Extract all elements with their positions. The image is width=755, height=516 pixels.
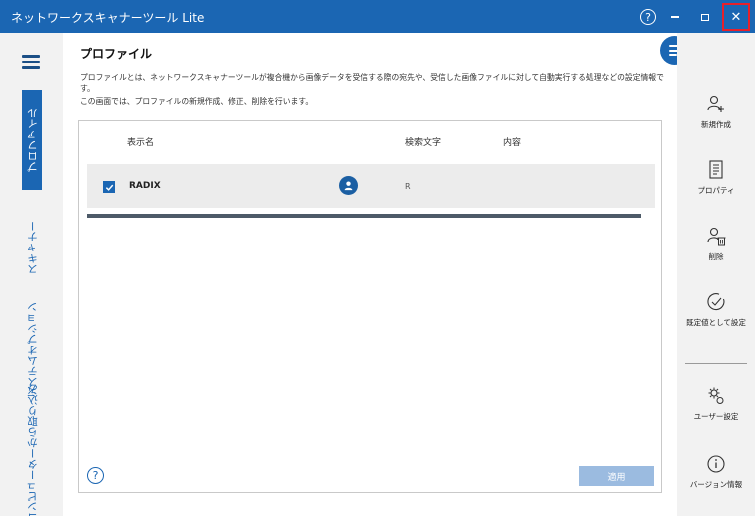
help-icon: ? [640, 9, 656, 25]
hamburger-icon[interactable] [22, 55, 40, 69]
tab-import-from-computer[interactable]: コンピューターから取り込み [22, 384, 42, 516]
version-info-button[interactable]: バージョン情報 [677, 453, 755, 503]
delete-label: 削除 [708, 252, 724, 261]
properties-label: プロパティ [697, 186, 735, 195]
maximize-icon [701, 13, 709, 21]
row-name: RADIX [129, 181, 161, 191]
tab-import-label: コンピューターから取り込み [26, 384, 39, 516]
page-description: プロファイルとは、ネットワークスキャナーツールが複合機から画像データを受信する際… [80, 73, 664, 93]
window-title: ネットワークスキャナーツール Lite [11, 11, 205, 25]
tab-scanner-label: スキャナー [26, 221, 39, 275]
close-icon: ✕ [730, 9, 742, 25]
maximize-button[interactable] [692, 4, 718, 30]
checkmark-icon [105, 184, 113, 191]
tab-scanner[interactable]: スキャナー [22, 218, 42, 278]
help-button[interactable]: ? [635, 4, 661, 30]
info-icon [707, 455, 725, 473]
title-bar: ネットワークスキャナーツール Lite ? ✕ [0, 0, 755, 33]
help-icon[interactable]: ? [87, 467, 104, 484]
tab-profile[interactable]: プロファイル [22, 90, 42, 190]
horizontal-scrollbar[interactable] [87, 214, 641, 218]
row-search-char: R [405, 182, 411, 191]
column-header-content[interactable]: 内容 [503, 135, 521, 148]
user-icon [339, 176, 358, 195]
minimize-button[interactable] [662, 4, 688, 30]
gear-settings-icon [708, 387, 724, 404]
delete-user-icon [707, 227, 726, 246]
left-nav: プロファイル スキャナー システムオプション コンピューターから取り込み [0, 33, 63, 516]
column-header-name[interactable]: 表示名 [127, 135, 154, 148]
profile-table: 表示名 検索文字 内容 RADIX R [78, 120, 662, 493]
delete-button[interactable]: 削除 [677, 225, 755, 275]
version-info-label: バージョン情報 [689, 480, 743, 489]
new-profile-label: 新規作成 [701, 120, 731, 129]
column-header-search[interactable]: 検索文字 [405, 135, 441, 148]
properties-document-icon [709, 160, 723, 179]
properties-button[interactable]: プロパティ [677, 159, 755, 209]
main-panel: プロファイル プロファイルとは、ネットワークスキャナーツールが複合機から画像デー… [63, 33, 677, 516]
add-user-icon [707, 95, 724, 112]
close-button[interactable]: ✕ [722, 3, 750, 31]
action-panel: 新規作成 プロパティ 削除 既定値として設定 ユーザー設定 バージョン情報 [677, 33, 755, 516]
page-description-2: この画面では、プロファイルの新規作成、修正、削除を行います。 [80, 97, 314, 106]
divider [685, 363, 747, 364]
minimize-icon [671, 16, 679, 18]
set-default-button[interactable]: 既定値として設定 [677, 291, 755, 341]
user-settings-label: ユーザー設定 [693, 412, 739, 421]
table-row[interactable]: RADIX R [87, 164, 655, 208]
check-circle-icon [707, 293, 725, 311]
page-title: プロファイル [80, 47, 153, 61]
new-profile-button[interactable]: 新規作成 [677, 93, 755, 143]
apply-button[interactable]: 適用 [579, 466, 654, 486]
set-default-label: 既定値として設定 [686, 318, 746, 327]
tab-profile-label: プロファイル [26, 107, 39, 173]
user-settings-button[interactable]: ユーザー設定 [677, 385, 755, 435]
row-checkbox[interactable] [103, 181, 115, 193]
